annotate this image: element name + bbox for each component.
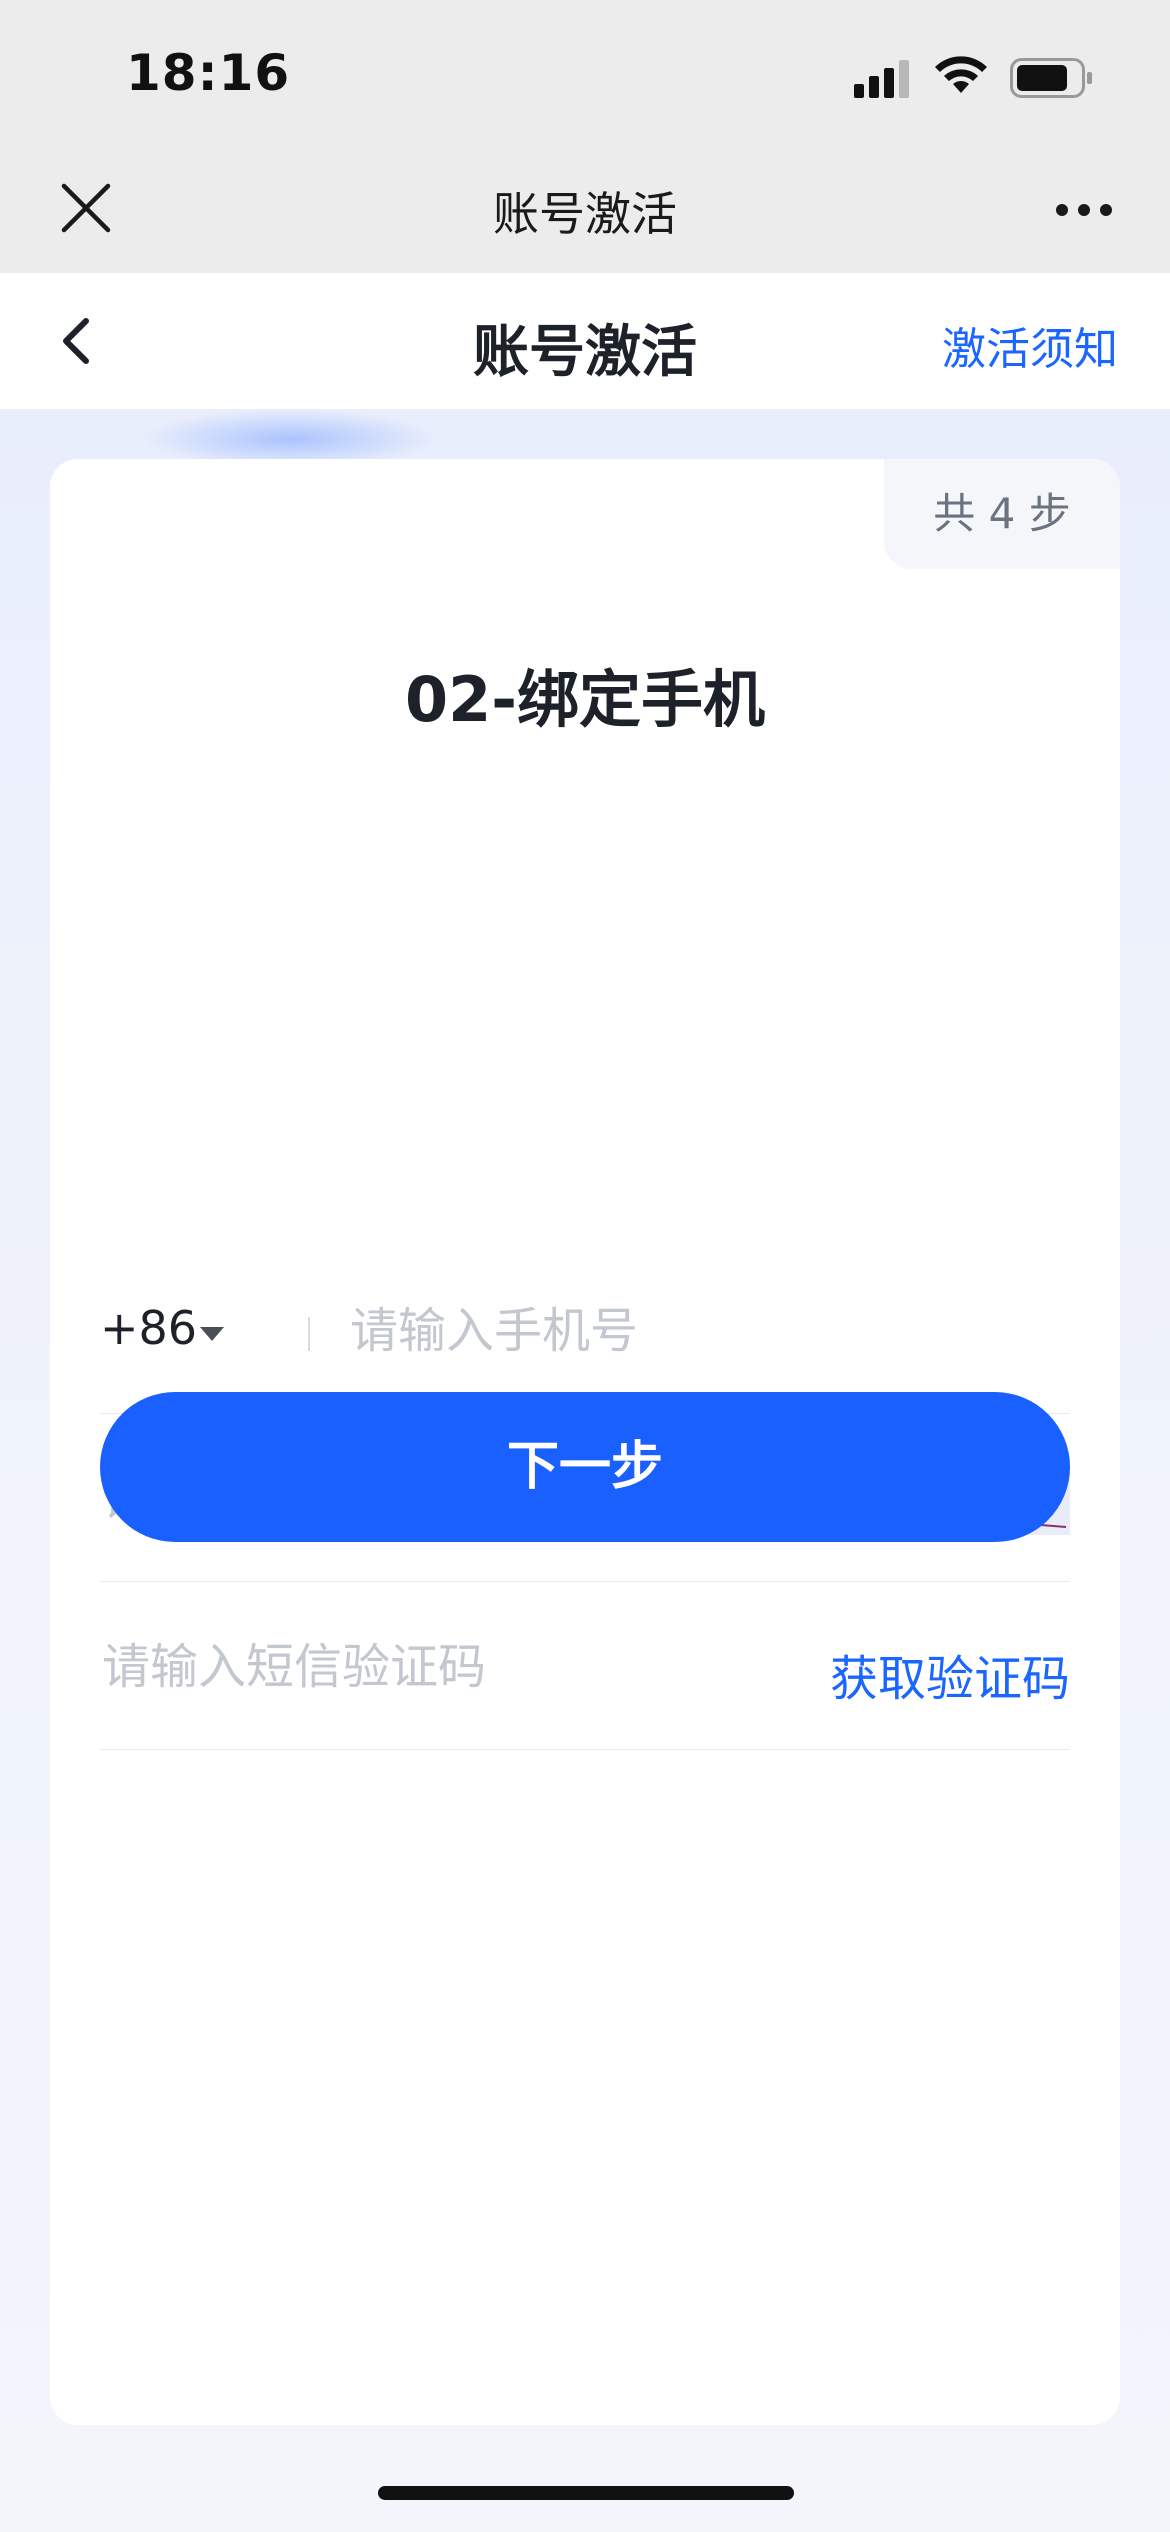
- step-title: 02-绑定手机: [404, 663, 765, 736]
- mini-header-title: 账号激活: [493, 187, 677, 241]
- wifi-icon: [935, 56, 987, 93]
- divider: [308, 1317, 310, 1351]
- status-time: 18:16: [126, 44, 291, 102]
- more-icon[interactable]: [1054, 202, 1114, 218]
- status-bar: 18:16: [0, 0, 1170, 150]
- step-count-badge: 共 4 步: [884, 459, 1120, 569]
- get-code-button[interactable]: 获取验证码: [830, 1639, 1070, 1709]
- home-indicator: [378, 2486, 794, 2500]
- activation-notice-link[interactable]: 激活须知: [942, 313, 1118, 377]
- caret-down-icon[interactable]: [200, 1327, 224, 1341]
- mini-program-header: 账号激活: [0, 150, 1170, 273]
- phone-input[interactable]: [348, 1295, 1052, 1367]
- battery-icon: [1010, 58, 1092, 98]
- next-button[interactable]: 下一步: [100, 1392, 1070, 1542]
- cellular-signal-icon: [854, 60, 909, 98]
- sms-row: 获取验证码: [100, 1581, 1070, 1750]
- sms-code-input[interactable]: [100, 1631, 804, 1703]
- phone-row: +86: [100, 1245, 1070, 1414]
- country-code-select[interactable]: +86: [100, 1301, 197, 1355]
- nav-bar: 账号激活 激活须知: [0, 273, 1170, 409]
